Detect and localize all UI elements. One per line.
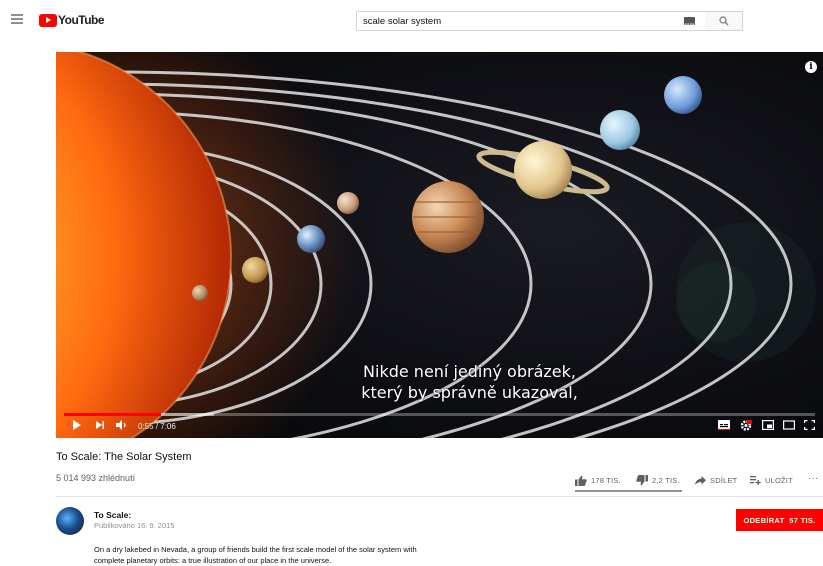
settings-icon[interactable] bbox=[740, 420, 752, 431]
progress-bar[interactable] bbox=[64, 413, 815, 416]
subscriber-count: 57 TIS. bbox=[789, 515, 816, 525]
add-to-playlist-icon bbox=[750, 475, 761, 485]
video-player[interactable]: i Nikde není jediný obrázek, který by sp… bbox=[56, 52, 823, 438]
youtube-play-logo-icon bbox=[39, 13, 57, 27]
fullscreen-icon[interactable] bbox=[804, 420, 815, 430]
played-bar bbox=[64, 413, 161, 416]
share-arrow-icon bbox=[695, 475, 706, 485]
thumbs-down-icon bbox=[636, 474, 648, 485]
info-icon[interactable]: i bbox=[805, 61, 817, 73]
dislike-count: 2,2 TIS. bbox=[652, 475, 680, 485]
video-title: To Scale: The Solar System bbox=[56, 451, 192, 463]
play-icon[interactable] bbox=[72, 420, 82, 430]
description-line-2: complete planetary orbits: a true illust… bbox=[94, 556, 332, 565]
like-count: 178 TIS. bbox=[591, 475, 621, 485]
search-icon bbox=[718, 16, 728, 26]
search-input[interactable] bbox=[357, 15, 657, 27]
miniplayer-icon[interactable] bbox=[762, 420, 774, 430]
keyboard-icon[interactable] bbox=[684, 17, 695, 29]
volume-icon[interactable] bbox=[116, 420, 127, 430]
description-line-1: On a dry lakebed in Nevada, a group of f… bbox=[94, 545, 417, 554]
channel-avatar[interactable] bbox=[56, 507, 84, 535]
time-display: 0:55 / 7:06 bbox=[138, 422, 176, 431]
more-icon: ··· bbox=[808, 472, 819, 484]
subscribe-label: ODEBÍRAT bbox=[743, 515, 785, 525]
theater-mode-icon[interactable] bbox=[783, 420, 795, 430]
like-button[interactable]: 178 TIS. bbox=[575, 473, 621, 487]
caption-line-1: Nikde není jediný obrázek, bbox=[363, 362, 576, 381]
like-ratio-bar bbox=[575, 490, 682, 492]
masthead: YouTube bbox=[0, 0, 823, 40]
next-icon[interactable] bbox=[95, 420, 105, 430]
dislike-button[interactable]: 2,2 TIS. bbox=[636, 473, 680, 487]
more-actions-button[interactable]: ··· bbox=[808, 471, 819, 485]
divider bbox=[56, 496, 823, 497]
subscribe-button[interactable]: ODEBÍRAT 57 TIS. bbox=[736, 509, 823, 531]
publish-date: Publikováno 16. 9. 2015 bbox=[94, 521, 175, 530]
hamburger-menu-icon[interactable] bbox=[11, 14, 23, 24]
caption-line-2: který by správně ukazoval, bbox=[361, 383, 578, 402]
youtube-logo[interactable]: YouTube bbox=[39, 13, 105, 27]
channel-name[interactable]: To Scale: bbox=[94, 510, 131, 520]
save-label: ULOŽIT bbox=[765, 475, 793, 485]
video-description: On a dry lakebed in Nevada, a group of f… bbox=[94, 544, 514, 566]
search-button[interactable] bbox=[705, 11, 743, 31]
search-box[interactable] bbox=[356, 11, 706, 31]
view-count: 5 014 993 zhlédnutí bbox=[56, 473, 136, 483]
share-label: SDÍLET bbox=[710, 475, 738, 485]
logo-text: YouTube bbox=[58, 13, 105, 27]
thumbs-up-icon bbox=[575, 475, 587, 486]
subtitles-icon[interactable] bbox=[718, 420, 730, 430]
share-button[interactable]: SDÍLET bbox=[695, 473, 737, 487]
save-button[interactable]: ULOŽIT bbox=[750, 473, 793, 487]
